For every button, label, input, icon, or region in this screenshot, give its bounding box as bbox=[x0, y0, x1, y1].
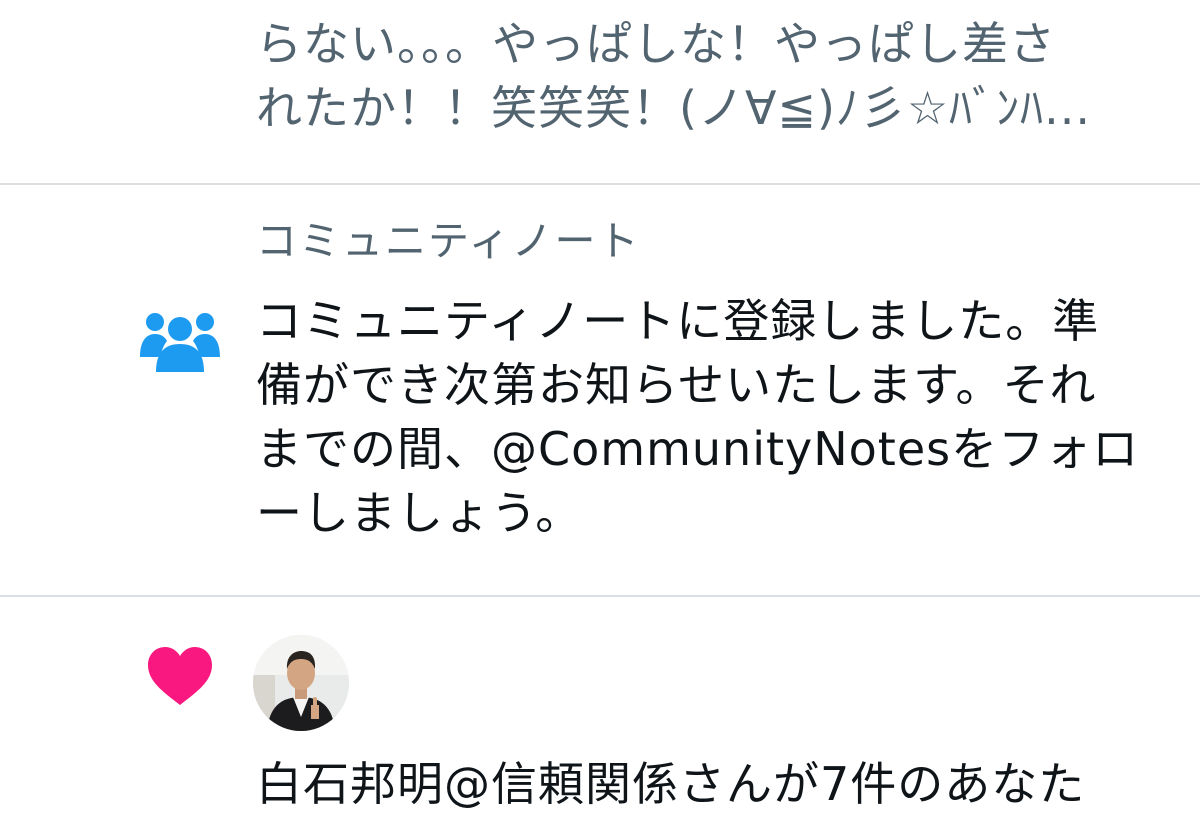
like-notification-text: 白石邦明@信頼関係さんが7件のあなた bbox=[256, 757, 1086, 811]
like-notification[interactable]: 白石邦明@信頼関係さんが7件のあなた bbox=[0, 597, 1200, 811]
community-notes-message: コミュニティノートに登録しました。準 備ができ次第お知らせいたします。それ まで… bbox=[256, 294, 1140, 540]
previous-tweet-text: らない。。。やっぱしな！やっぱし差さ れたか！！笑笑笑！(ノ∀≦)ﾉ彡☆ﾊﾞﾝﾊ… bbox=[256, 17, 1092, 135]
user-photo bbox=[253, 635, 349, 731]
heart-icon bbox=[148, 647, 212, 705]
previous-tweet-snippet[interactable]: らない。。。やっぱしな！やっぱし差さ れたか！！笑笑笑！(ノ∀≦)ﾉ彡☆ﾊﾞﾝﾊ… bbox=[0, 0, 1200, 183]
people-icon bbox=[140, 313, 220, 372]
avatar[interactable] bbox=[253, 635, 349, 731]
community-notes-notification[interactable]: コミュニティノート コミュニティノートに登録しました。準 備ができ次第お知らせい… bbox=[0, 185, 1200, 595]
community-notes-title: コミュニティノート bbox=[256, 217, 641, 265]
